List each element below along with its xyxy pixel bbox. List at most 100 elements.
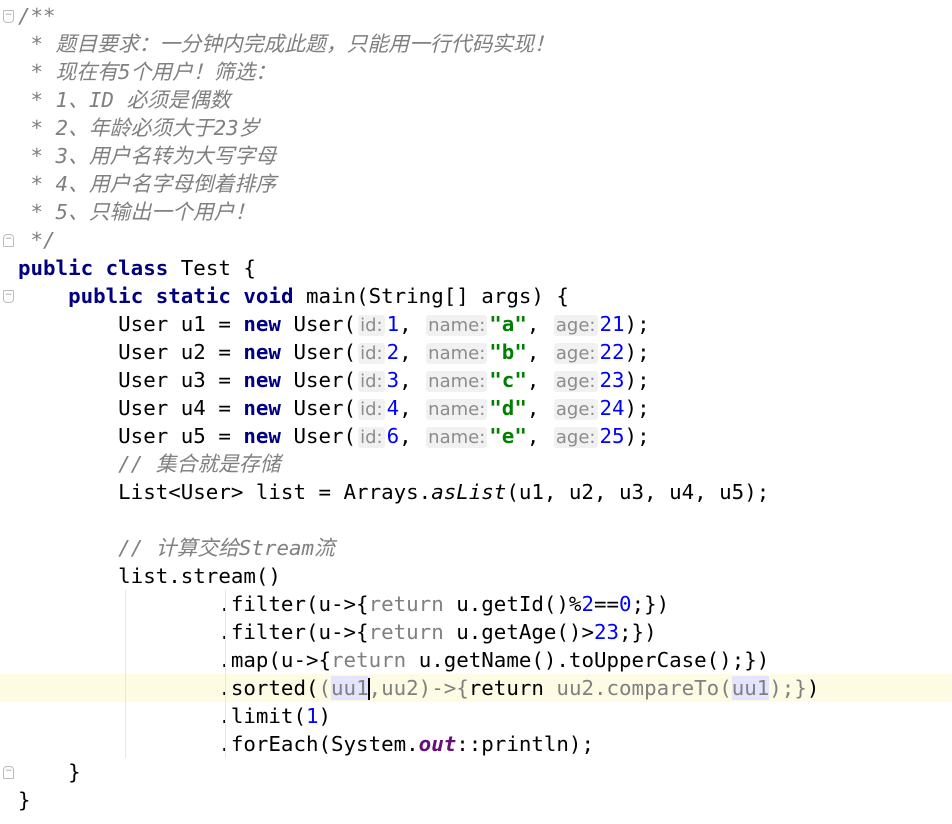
parameter-hint: age: [553, 427, 598, 448]
code-token: new [243, 424, 294, 448]
code-line[interactable]: .map(u->{return u.getName().toUpperCase(… [0, 646, 952, 674]
fold-toggle-icon[interactable]: − [3, 766, 14, 779]
code-token: , [526, 396, 552, 420]
parameter-hint: age: [553, 371, 598, 392]
code-token: , [526, 312, 552, 336]
code-token: public class [18, 256, 181, 280]
code-line[interactable]: List<User> list = Arrays.asList(u1, u2, … [0, 478, 952, 506]
code-token: // 集合就是存储 [18, 452, 281, 476]
code-token: == [594, 592, 620, 616]
code-line[interactable]: } [0, 786, 952, 814]
code-line[interactable]: * 4、用户名字母倒着排序 [0, 170, 952, 198]
fold-toggle-icon[interactable]: − [3, 290, 14, 303]
fold-toggle-icon[interactable]: − [3, 10, 14, 23]
parameter-hint: name: [426, 427, 488, 448]
code-token: // 计算交给Stream流 [18, 536, 335, 560]
code-line[interactable]: User u2 = new User(id: 2, name: "b", age: 2… [0, 338, 952, 366]
code-token: /** [18, 4, 56, 28]
parameter-hint: age: [553, 343, 598, 364]
code-line[interactable]: * 5、只输出一个用户！ [0, 198, 952, 226]
code-line[interactable]: list.stream() [0, 562, 952, 590]
fold-toggle-icon[interactable]: − [3, 234, 14, 247]
code-token: , [399, 312, 425, 336]
code-token: (u1, u2, u3, u4, u5); [506, 480, 770, 504]
parameter-hint: name: [426, 399, 488, 420]
code-token: .limit( [18, 704, 306, 728]
code-token: .filter(u->{ [18, 620, 369, 644]
code-token: );} [769, 676, 807, 700]
code-line[interactable]: // 集合就是存储 [0, 450, 952, 478]
code-token: , [526, 368, 552, 392]
code-line[interactable]: * 1、ID 必须是偶数 [0, 86, 952, 114]
code-token: 21 [599, 312, 625, 336]
code-token: ) [318, 704, 332, 728]
code-token: User u3 = [18, 368, 244, 392]
code-token: 3 [386, 368, 400, 392]
code-token: return [368, 592, 457, 616]
code-token: out [418, 732, 457, 756]
code-line[interactable]: * 现在有5个用户！筛选： [0, 58, 952, 86]
code-token: new [243, 312, 294, 336]
code-token: .forEach(System. [18, 732, 419, 756]
code-token: * 题目要求：一分钟内完成此题，只能用一行代码实现！ [18, 32, 555, 56]
code-line[interactable] [0, 506, 952, 534]
code-token: "c" [489, 368, 527, 392]
code-line[interactable]: −/** [0, 2, 952, 30]
code-line[interactable]: * 3、用户名转为大写字母 [0, 142, 952, 170]
code-token: User( [293, 340, 357, 364]
code-line[interactable]: User u3 = new User(id: 3, name: "c", age: 2… [0, 366, 952, 394]
code-token: .map(u->{ [18, 648, 332, 672]
code-token: */ [18, 228, 56, 252]
code-token: ); [624, 340, 650, 364]
code-line[interactable]: // 计算交给Stream流 [0, 534, 952, 562]
code-token: , [399, 340, 425, 364]
code-token: * 4、用户名字母倒着排序 [18, 172, 277, 196]
code-line[interactable]: public class Test { [0, 254, 952, 282]
code-line[interactable]: .forEach(System.out::println); [0, 730, 952, 758]
code-token: 1 [386, 312, 400, 336]
code-token: ,uu2)->{ [368, 676, 469, 700]
code-line[interactable]: .limit(1) [0, 702, 952, 730]
parameter-hint: name: [426, 343, 488, 364]
code-token: ;}) [631, 592, 670, 616]
code-token: 23 [593, 620, 620, 644]
code-token: ( [318, 676, 332, 700]
code-line[interactable]: User u1 = new User(id: 1, name: "a", age: 2… [0, 310, 952, 338]
code-token: * 3、用户名转为大写字母 [18, 144, 277, 168]
code-line[interactable]: − */ [0, 226, 952, 254]
code-token: return [468, 676, 557, 700]
code-token: , [399, 396, 425, 420]
code-editor[interactable]: −/** * 题目要求：一分钟内完成此题，只能用一行代码实现！ * 现在有5个用… [0, 2, 952, 814]
code-line[interactable]: .sorted((uu1,uu2)->{return uu2.compareTo… [0, 674, 952, 702]
code-token: "a" [489, 312, 527, 336]
code-token: main(String[] args) { [306, 284, 569, 308]
code-line[interactable]: User u5 = new User(id: 6, name: "e", age: 2… [0, 422, 952, 450]
code-token: , [526, 424, 552, 448]
code-token: ); [624, 312, 650, 336]
code-token: , [526, 340, 552, 364]
code-token: "b" [489, 340, 527, 364]
code-token: uu2.compareTo( [556, 676, 732, 700]
indent-guide [125, 590, 126, 758]
parameter-hint: id: [358, 427, 385, 448]
code-line[interactable]: − public static void main(String[] args)… [0, 282, 952, 310]
parameter-hint: age: [553, 399, 598, 420]
code-token: "d" [489, 396, 527, 420]
code-token: ) [806, 676, 820, 700]
code-token: list.stream() [18, 564, 281, 588]
code-token: ::println); [456, 732, 594, 756]
code-token: User u2 = [18, 340, 244, 364]
code-line[interactable]: User u4 = new User(id: 4, name: "d", age: 2… [0, 394, 952, 422]
code-token: * 2、年龄必须大于23岁 [18, 116, 260, 140]
code-line[interactable]: .filter(u->{return u.getAge()>23;}) [0, 618, 952, 646]
code-token: Test { [180, 256, 256, 280]
code-token: User( [293, 396, 357, 420]
code-token: User u4 = [18, 396, 244, 420]
code-line[interactable]: * 题目要求：一分钟内完成此题，只能用一行代码实现！ [0, 30, 952, 58]
code-token: 25 [599, 424, 625, 448]
code-line[interactable]: .filter(u->{return u.getId()%2==0;}) [0, 590, 952, 618]
code-line[interactable]: * 2、年龄必须大于23岁 [0, 114, 952, 142]
code-token: * 1、ID 必须是偶数 [18, 88, 231, 112]
code-line[interactable]: − } [0, 758, 952, 786]
